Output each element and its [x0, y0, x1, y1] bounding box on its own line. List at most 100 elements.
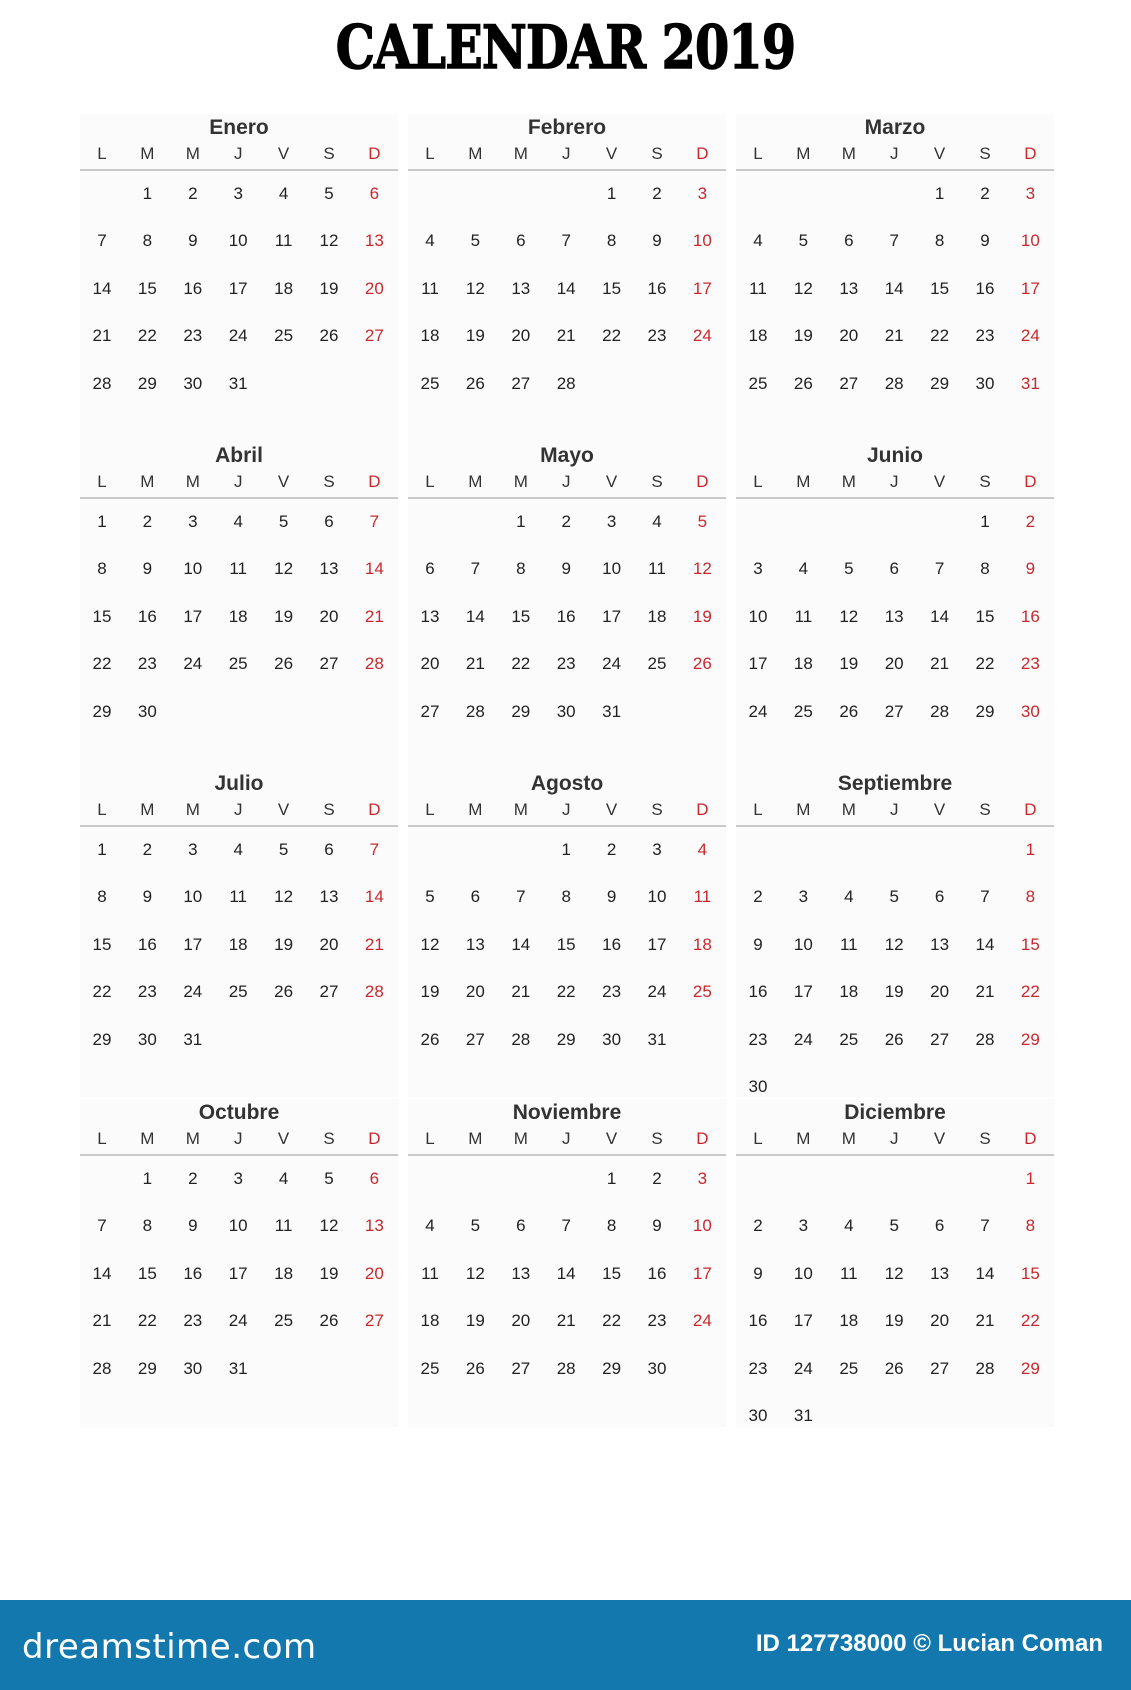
weekday-header: L [425, 144, 435, 163]
day-cell: 25 [274, 1311, 294, 1331]
day-cell: 23 [748, 1029, 768, 1049]
day-cell: 25 [793, 701, 813, 721]
weekday-header: M [140, 800, 155, 819]
day-cell: 20 [930, 982, 950, 1002]
month-octubre: Octubre L M M J V S D 1 2 3 4 5 6 7 8 9 10 11 12 13 14 15 16 17 1… [80, 1099, 398, 1427]
day-cell: 1 [606, 184, 617, 203]
weekday-header: M [140, 1129, 155, 1148]
day-cell: 3 [188, 512, 198, 531]
day-cell: 13 [319, 559, 339, 579]
weekday-header: V [933, 472, 946, 491]
day-cell: 18 [420, 326, 440, 346]
day-cell: 26 [839, 701, 859, 721]
day-cell: 28 [92, 1358, 112, 1378]
day-cell: 2 [142, 512, 153, 531]
weekday-header: S [323, 1129, 335, 1148]
day-cell-sunday: 15 [1020, 934, 1040, 954]
day-cell: 16 [975, 278, 995, 298]
day-cell: 14 [511, 934, 531, 954]
day-cell: 7 [516, 887, 526, 907]
day-cell: 13 [511, 1263, 531, 1283]
day-cell-sunday: 3 [697, 1169, 708, 1188]
day-cell: 25 [228, 982, 248, 1002]
day-cell: 9 [142, 887, 153, 907]
day-cell: 11 [421, 1263, 439, 1283]
day-cell: 16 [602, 934, 622, 954]
day-cell-sunday: 1 [1025, 1169, 1036, 1188]
day-cell: 13 [511, 278, 531, 298]
day-cell: 7 [980, 887, 990, 907]
day-cell: 28 [930, 701, 950, 721]
day-cell: 15 [92, 606, 112, 626]
day-cell: 2 [652, 1169, 662, 1188]
day-cell: 9 [652, 231, 662, 251]
day-cell: 25 [420, 373, 440, 393]
day-cell: 21 [975, 1311, 995, 1331]
day-cell: 1 [561, 840, 571, 859]
day-cell: 27 [511, 373, 531, 393]
day-cell: 11 [274, 231, 293, 251]
day-cell: 23 [602, 982, 622, 1002]
day-cell: 15 [602, 1263, 622, 1283]
day-cell: 18 [748, 326, 768, 346]
day-cell: 8 [142, 1216, 153, 1236]
weekday-header: J [233, 1129, 243, 1148]
day-cell: 25 [839, 1358, 859, 1378]
day-cell-sunday: 7 [369, 840, 380, 859]
day-cell: 15 [511, 606, 531, 626]
weekday-header: M [841, 144, 856, 163]
day-cell-sunday: 24 [692, 326, 712, 346]
day-cell: 15 [930, 278, 950, 298]
day-cell: 19 [839, 654, 859, 674]
day-cell: 16 [647, 278, 667, 298]
day-cell: 9 [188, 1216, 198, 1236]
day-cell: 30 [556, 701, 576, 721]
day-cell: 1 [516, 512, 526, 531]
weekday-header: M [185, 144, 200, 163]
day-cell: 14 [556, 278, 576, 298]
day-cell: 9 [142, 559, 153, 579]
day-cell: 1 [934, 184, 945, 203]
day-cell: 6 [516, 231, 526, 251]
month-junio: Junio L M M J V S D 1 2 3 4 5 6 7 8 9 10 11 12 13 14 15 16 17 18 1… [736, 442, 1054, 770]
weekday-header: M [140, 144, 155, 163]
day-cell: 25 [647, 654, 667, 674]
weekday-header: D [368, 1129, 381, 1148]
day-cell: 16 [137, 934, 157, 954]
day-cell: 1 [97, 840, 107, 859]
day-cell: 27 [465, 1029, 485, 1049]
day-cell: 11 [749, 278, 767, 298]
day-cell: 20 [839, 326, 859, 346]
day-cell: 27 [930, 1029, 950, 1049]
day-cell: 17 [793, 982, 813, 1002]
day-cell: 18 [228, 934, 248, 954]
day-cell: 27 [839, 373, 859, 393]
day-cell: 3 [606, 512, 617, 531]
day-cell: 23 [975, 326, 995, 346]
dreamstime-logo[interactable]: dreamstime.com [22, 1627, 317, 1667]
day-cell: 19 [465, 1311, 485, 1331]
day-cell: 19 [465, 326, 485, 346]
weekday-header: S [323, 800, 335, 819]
day-cell: 11 [794, 606, 813, 626]
weekday-header: D [1024, 800, 1037, 819]
day-cell: 8 [980, 559, 990, 579]
day-cell: 25 [748, 373, 768, 393]
day-cell: 22 [930, 326, 950, 346]
day-cell: 11 [648, 559, 666, 579]
day-cell: 2 [753, 1216, 763, 1236]
day-cell: 13 [930, 934, 950, 954]
month-name: Febrero [527, 116, 607, 139]
day-cell: 14 [465, 606, 485, 626]
day-cell: 13 [420, 606, 440, 626]
weekday-header: S [323, 144, 335, 163]
day-cell-sunday: 20 [364, 1263, 384, 1283]
day-cell-sunday: 19 [692, 606, 712, 626]
day-cell: 25 [420, 1358, 440, 1378]
weekday-header: J [233, 472, 243, 491]
day-cell-sunday: 30 [1020, 701, 1040, 721]
day-cell: 19 [884, 1311, 904, 1331]
weekday-header: M [841, 472, 856, 491]
day-cell-sunday: 26 [692, 654, 712, 674]
day-cell: 18 [839, 1311, 859, 1331]
